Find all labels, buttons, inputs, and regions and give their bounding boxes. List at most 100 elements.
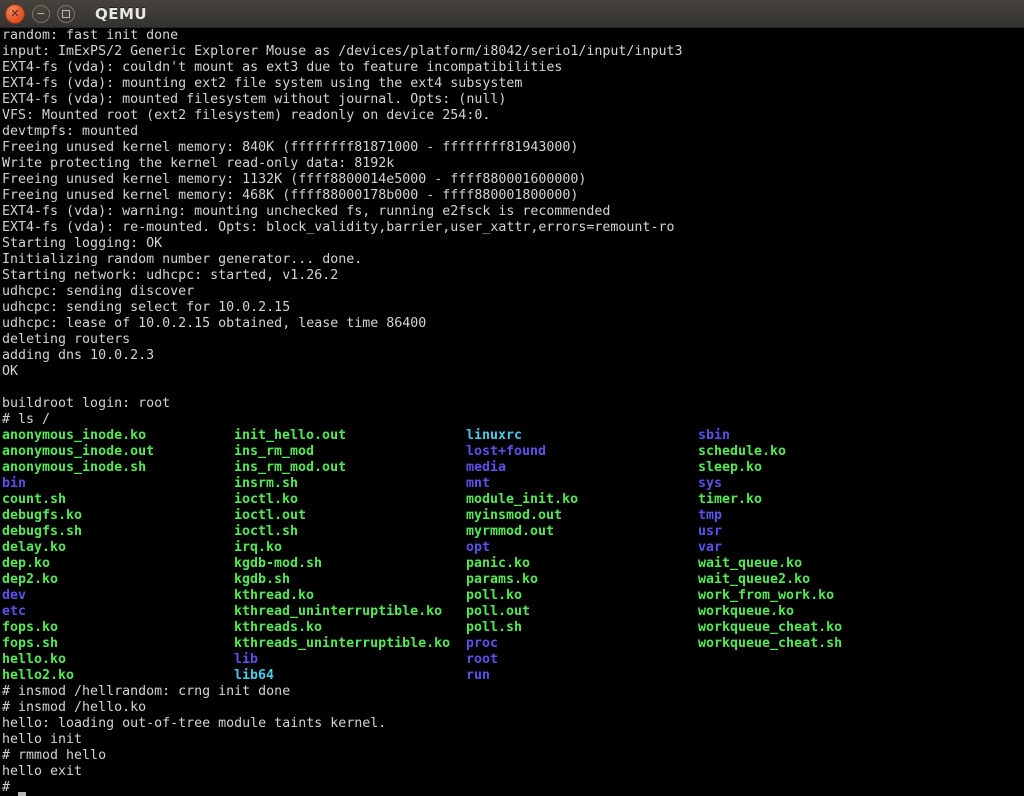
file-entry-dir: sbin [698, 428, 930, 444]
maximize-button[interactable] [57, 5, 75, 23]
console-line: # rmmod hello [2, 748, 1024, 764]
file-entry-exec: ioctl.sh [234, 524, 466, 540]
file-entry-exec: poll.out [466, 604, 698, 620]
file-entry-exec: anonymous_inode.sh [2, 460, 234, 476]
file-entry-exec: insrm.sh [234, 476, 466, 492]
file-entry-exec: myrmmod.out [466, 524, 698, 540]
file-entry-exec: work_from_work.ko [698, 588, 930, 604]
boot-message-line: EXT4-fs (vda): couldn't mount as ext3 du… [2, 60, 1024, 76]
file-entry-exec: ioctl.ko [234, 492, 466, 508]
file-entry-exec: kthread_uninterruptible.ko [234, 604, 466, 620]
maximize-icon [62, 10, 70, 18]
file-entry-dir: var [698, 540, 930, 556]
file-entry-exec: ins_rm_mod [234, 444, 466, 460]
boot-message-line: Starting logging: OK [2, 236, 1024, 252]
file-entry-dir: opt [466, 540, 698, 556]
file-entry-exec: kthreads.ko [234, 620, 466, 636]
boot-message-line: random: fast init done [2, 28, 1024, 44]
file-entry-dir: lost+found [466, 444, 698, 460]
file-entry-exec: anonymous_inode.ko [2, 428, 234, 444]
file-entry-dir: usr [698, 524, 930, 540]
file-entry-exec: workqueue_cheat.ko [698, 620, 930, 636]
file-entry-dir: dev [2, 588, 234, 604]
window-titlebar[interactable]: ✕ − QEMU [0, 0, 1024, 28]
file-entry-exec: poll.ko [466, 588, 698, 604]
file-entry-link: lib64 [234, 668, 466, 684]
file-entry-exec: debugfs.sh [2, 524, 234, 540]
file-entry-exec: ioctl.out [234, 508, 466, 524]
file-entry-exec: workqueue_cheat.sh [698, 636, 930, 652]
file-entry-exec: params.ko [466, 572, 698, 588]
boot-message-line: VFS: Mounted root (ext2 filesystem) read… [2, 108, 1024, 124]
file-entry-exec: schedule.ko [698, 444, 930, 460]
file-entry-exec: sleep.ko [698, 460, 930, 476]
boot-message-line: EXT4-fs (vda): mounting ext2 file system… [2, 76, 1024, 92]
close-icon: ✕ [10, 8, 19, 19]
file-entry-exec: kgdb-mod.sh [234, 556, 466, 572]
file-entry-exec: init_hello.out [234, 428, 466, 444]
login-line: buildroot login: root [2, 396, 1024, 412]
file-entry-dir: proc [466, 636, 698, 652]
file-entry-dir: sys [698, 476, 930, 492]
file-entry-exec: kthreads_uninterruptible.ko [234, 636, 466, 652]
file-entry-exec: delay.ko [2, 540, 234, 556]
file-entry-link: linuxrc [466, 428, 698, 444]
file-entry-dir: root [466, 652, 698, 668]
file-entry-exec: wait_queue2.ko [698, 572, 930, 588]
boot-message-line: udhcpc: sending discover [2, 284, 1024, 300]
file-entry-exec: debugfs.ko [2, 508, 234, 524]
minimize-icon: − [36, 8, 45, 19]
file-entry-exec: ins_rm_mod.out [234, 460, 466, 476]
file-entry-exec: fops.ko [2, 620, 234, 636]
console-line: hello exit [2, 764, 1024, 780]
boot-message-line: Freeing unused kernel memory: 468K (ffff… [2, 188, 1024, 204]
file-entry-dir: tmp [698, 508, 930, 524]
console-line: # insmod /hellrandom: crng init done [2, 684, 1024, 700]
file-entry-exec: count.sh [2, 492, 234, 508]
console-line: hello: loading out-of-tree module taints… [2, 716, 1024, 732]
file-entry-exec: poll.sh [466, 620, 698, 636]
boot-message-line: Initializing random number generator... … [2, 252, 1024, 268]
file-entry-dir: lib [234, 652, 466, 668]
console-line: # insmod /hello.ko [2, 700, 1024, 716]
file-entry-exec: anonymous_inode.out [2, 444, 234, 460]
file-entry-exec: myinsmod.out [466, 508, 698, 524]
file-entry-dir: media [466, 460, 698, 476]
ls-command-line: # ls / [2, 412, 1024, 428]
console-line: hello init [2, 732, 1024, 748]
file-entry-exec: panic.ko [466, 556, 698, 572]
file-entry-exec: workqueue.ko [698, 604, 930, 620]
boot-message-line: devtmpfs: mounted [2, 124, 1024, 140]
boot-message-line: udhcpc: sending select for 10.0.2.15 [2, 300, 1024, 316]
file-entry-exec: hello.ko [2, 652, 234, 668]
file-entry-exec: dep.ko [2, 556, 234, 572]
file-entry-exec: fops.sh [2, 636, 234, 652]
terminal-cursor [18, 792, 26, 796]
file-entry-exec: kgdb.sh [234, 572, 466, 588]
file-entry-exec: kthread.ko [234, 588, 466, 604]
file-entry-exec: module_init.ko [466, 492, 698, 508]
close-button[interactable]: ✕ [5, 4, 25, 24]
file-entry-exec: hello2.ko [2, 668, 234, 684]
file-entry-dir: run [466, 668, 698, 684]
terminal-screen[interactable]: random: fast init doneinput: ImExPS/2 Ge… [0, 28, 1024, 796]
boot-message-line: Freeing unused kernel memory: 840K (ffff… [2, 140, 1024, 156]
file-entry-exec: timer.ko [698, 492, 930, 508]
file-entry-dir: mnt [466, 476, 698, 492]
boot-message-line: Freeing unused kernel memory: 1132K (fff… [2, 172, 1024, 188]
minimize-button[interactable]: − [32, 5, 50, 23]
boot-message-line [2, 380, 1024, 396]
boot-message-line: EXT4-fs (vda): warning: mounting uncheck… [2, 204, 1024, 220]
boot-message-line: EXT4-fs (vda): re-mounted. Opts: block_v… [2, 220, 1024, 236]
boot-message-line: Write protecting the kernel read-only da… [2, 156, 1024, 172]
file-entry-exec: irq.ko [234, 540, 466, 556]
file-entry-exec: dep2.ko [2, 572, 234, 588]
boot-message-line: input: ImExPS/2 Generic Explorer Mouse a… [2, 44, 1024, 60]
boot-message-line: udhcpc: lease of 10.0.2.15 obtained, lea… [2, 316, 1024, 332]
boot-message-line: EXT4-fs (vda): mounted filesystem withou… [2, 92, 1024, 108]
window-title: QEMU [95, 5, 147, 23]
ls-output: anonymous_inode.koanonymous_inode.outano… [2, 428, 1024, 684]
boot-message-line: Starting network: udhcpc: started, v1.26… [2, 268, 1024, 284]
file-entry-dir: etc [2, 604, 234, 620]
boot-message-line: deleting routers [2, 332, 1024, 348]
